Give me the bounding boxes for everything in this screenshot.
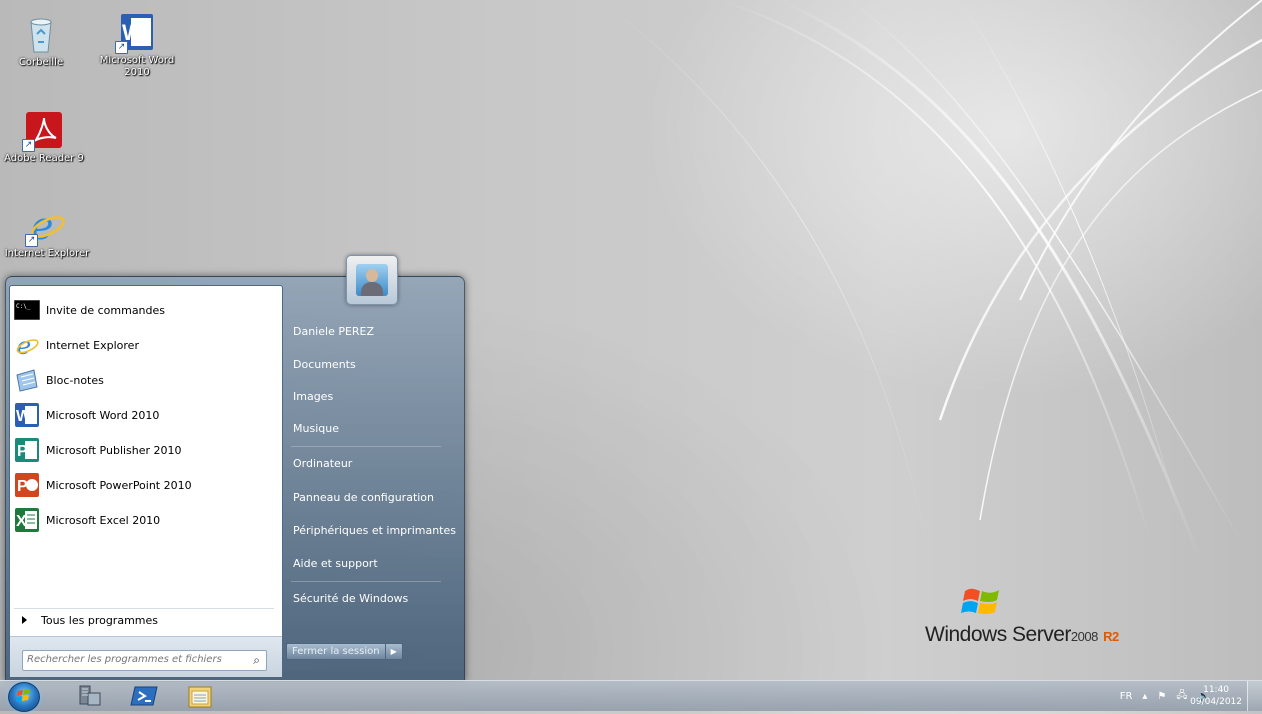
- action-center-flag-icon[interactable]: ⚑: [1157, 691, 1166, 702]
- show-hidden-icons-icon[interactable]: ▴: [1142, 691, 1147, 702]
- brand-edition: R2: [1103, 629, 1119, 644]
- explorer-icon: [188, 686, 212, 708]
- program-item-label: Microsoft PowerPoint 2010: [46, 478, 192, 492]
- program-item-label: Internet Explorer: [46, 338, 139, 352]
- all-programs-label: Tous les programmes: [41, 613, 158, 627]
- program-item-cmd[interactable]: C:\_ Invite de commandes: [13, 294, 276, 326]
- excel-icon: X: [14, 507, 40, 533]
- windows-server-wordmark: Windows Server2008 R2: [925, 623, 1119, 647]
- place-documents[interactable]: Documents: [289, 354, 458, 376]
- brand-version: 2008: [1070, 629, 1098, 644]
- desktop-icon-label: Microsoft Word 2010: [99, 55, 175, 78]
- powershell-icon: [130, 686, 158, 706]
- program-item-excel[interactable]: X Microsoft Excel 2010: [14, 504, 276, 536]
- language-indicator[interactable]: FR: [1120, 691, 1133, 702]
- desktop-icon-recycle-bin[interactable]: Corbeille: [8, 14, 74, 69]
- show-desktop-button[interactable]: [1247, 681, 1262, 711]
- internet-explorer-icon: e: [14, 331, 40, 360]
- desktop-icon-label: Corbeille: [18, 57, 64, 68]
- place-devices-printers[interactable]: Périphériques et imprimantes: [289, 520, 458, 542]
- shutdown-group: Fermer la session ▶: [286, 643, 403, 660]
- place-computer[interactable]: Ordinateur: [289, 453, 458, 475]
- svg-text:W: W: [16, 408, 32, 425]
- search-input[interactable]: [23, 651, 237, 668]
- taskbar: FR ▴ ⚑ 🖧 🔈 11:40 09/04/2012: [0, 680, 1262, 712]
- adobe-reader-icon: ↗: [22, 110, 64, 152]
- brand-name: Windows Server: [925, 623, 1071, 646]
- separator: [291, 446, 441, 447]
- desktop-icon-label: Internet Explorer: [4, 248, 90, 259]
- place-control-panel[interactable]: Panneau de configuration: [289, 487, 458, 509]
- separator: [291, 581, 441, 582]
- logoff-button[interactable]: Fermer la session: [286, 643, 386, 660]
- program-item-word[interactable]: W Microsoft Word 2010: [14, 399, 276, 431]
- program-item-label: Bloc-notes: [46, 373, 104, 387]
- desktop-icon-label: Adobe Reader 9: [4, 153, 84, 164]
- start-menu: C:\_ Invite de commandes e Internet Expl…: [5, 255, 465, 682]
- svg-text:e: e: [17, 332, 32, 358]
- start-menu-programs-pane: C:\_ Invite de commandes e Internet Expl…: [9, 285, 283, 677]
- program-item-internet-explorer[interactable]: e Internet Explorer: [14, 329, 276, 361]
- program-item-label: Microsoft Publisher 2010: [46, 443, 182, 457]
- place-windows-security[interactable]: Sécurité de Windows: [289, 588, 458, 610]
- program-item-label: Microsoft Excel 2010: [46, 513, 161, 527]
- server-manager-icon: [79, 685, 101, 706]
- taskbar-explorer[interactable]: [183, 683, 217, 709]
- search-box[interactable]: ⌕: [22, 650, 267, 671]
- place-help-support[interactable]: Aide et support: [289, 553, 458, 575]
- all-programs-button[interactable]: Tous les programmes: [14, 608, 274, 631]
- program-item-label: Microsoft Word 2010: [46, 408, 160, 422]
- place-images[interactable]: Images: [289, 386, 458, 408]
- svg-text:X: X: [16, 513, 27, 530]
- powerpoint-icon: P: [14, 472, 40, 498]
- windows-flag-icon: [961, 588, 999, 614]
- publisher-icon: P: [14, 437, 40, 463]
- place-music[interactable]: Musique: [289, 418, 458, 440]
- clock[interactable]: 11:40 09/04/2012: [1190, 684, 1242, 708]
- shutdown-options-button[interactable]: ▶: [385, 643, 403, 660]
- svg-text:C:\_: C:\_: [16, 303, 31, 310]
- desktop-icon-word[interactable]: W ↗ Microsoft Word 2010: [92, 12, 182, 79]
- word-icon: W ↗: [115, 12, 157, 54]
- shortcut-arrow-icon: ↗: [25, 234, 38, 247]
- windows-logo-icon: [16, 689, 30, 702]
- shortcut-arrow-icon: ↗: [115, 41, 128, 54]
- arrow-right-icon: [22, 616, 27, 624]
- desktop-icon-internet-explorer[interactable]: e ↗ Internet Explorer: [2, 204, 92, 260]
- search-icon[interactable]: ⌕: [253, 653, 260, 668]
- network-icon[interactable]: 🖧: [1176, 688, 1187, 705]
- cmd-icon: C:\_: [13, 297, 41, 323]
- clock-time: 11:40: [1203, 685, 1230, 695]
- taskbar-powershell[interactable]: [127, 683, 161, 709]
- recycle-bin-icon: [21, 14, 61, 54]
- shortcut-arrow-icon: ↗: [22, 139, 35, 152]
- program-item-publisher[interactable]: P Microsoft Publisher 2010: [14, 434, 276, 466]
- svg-text:P: P: [17, 443, 28, 460]
- clock-date: 09/04/2012: [1190, 697, 1242, 707]
- desktop-icon-adobe-reader[interactable]: ↗ Adobe Reader 9: [4, 110, 84, 165]
- notepad-icon: [14, 367, 40, 393]
- taskbar-server-manager[interactable]: [72, 683, 106, 709]
- program-item-label: Invite de commandes: [46, 303, 166, 317]
- place-user-name[interactable]: Daniele PEREZ: [289, 321, 458, 343]
- program-item-notepad[interactable]: Bloc-notes: [14, 364, 276, 396]
- internet-explorer-icon: e ↗: [25, 204, 67, 248]
- program-item-powerpoint[interactable]: P Microsoft PowerPoint 2010: [14, 469, 276, 501]
- svg-text:P: P: [17, 478, 28, 495]
- word-icon: W: [14, 402, 40, 428]
- start-button[interactable]: [8, 682, 40, 712]
- user-picture[interactable]: [346, 255, 398, 305]
